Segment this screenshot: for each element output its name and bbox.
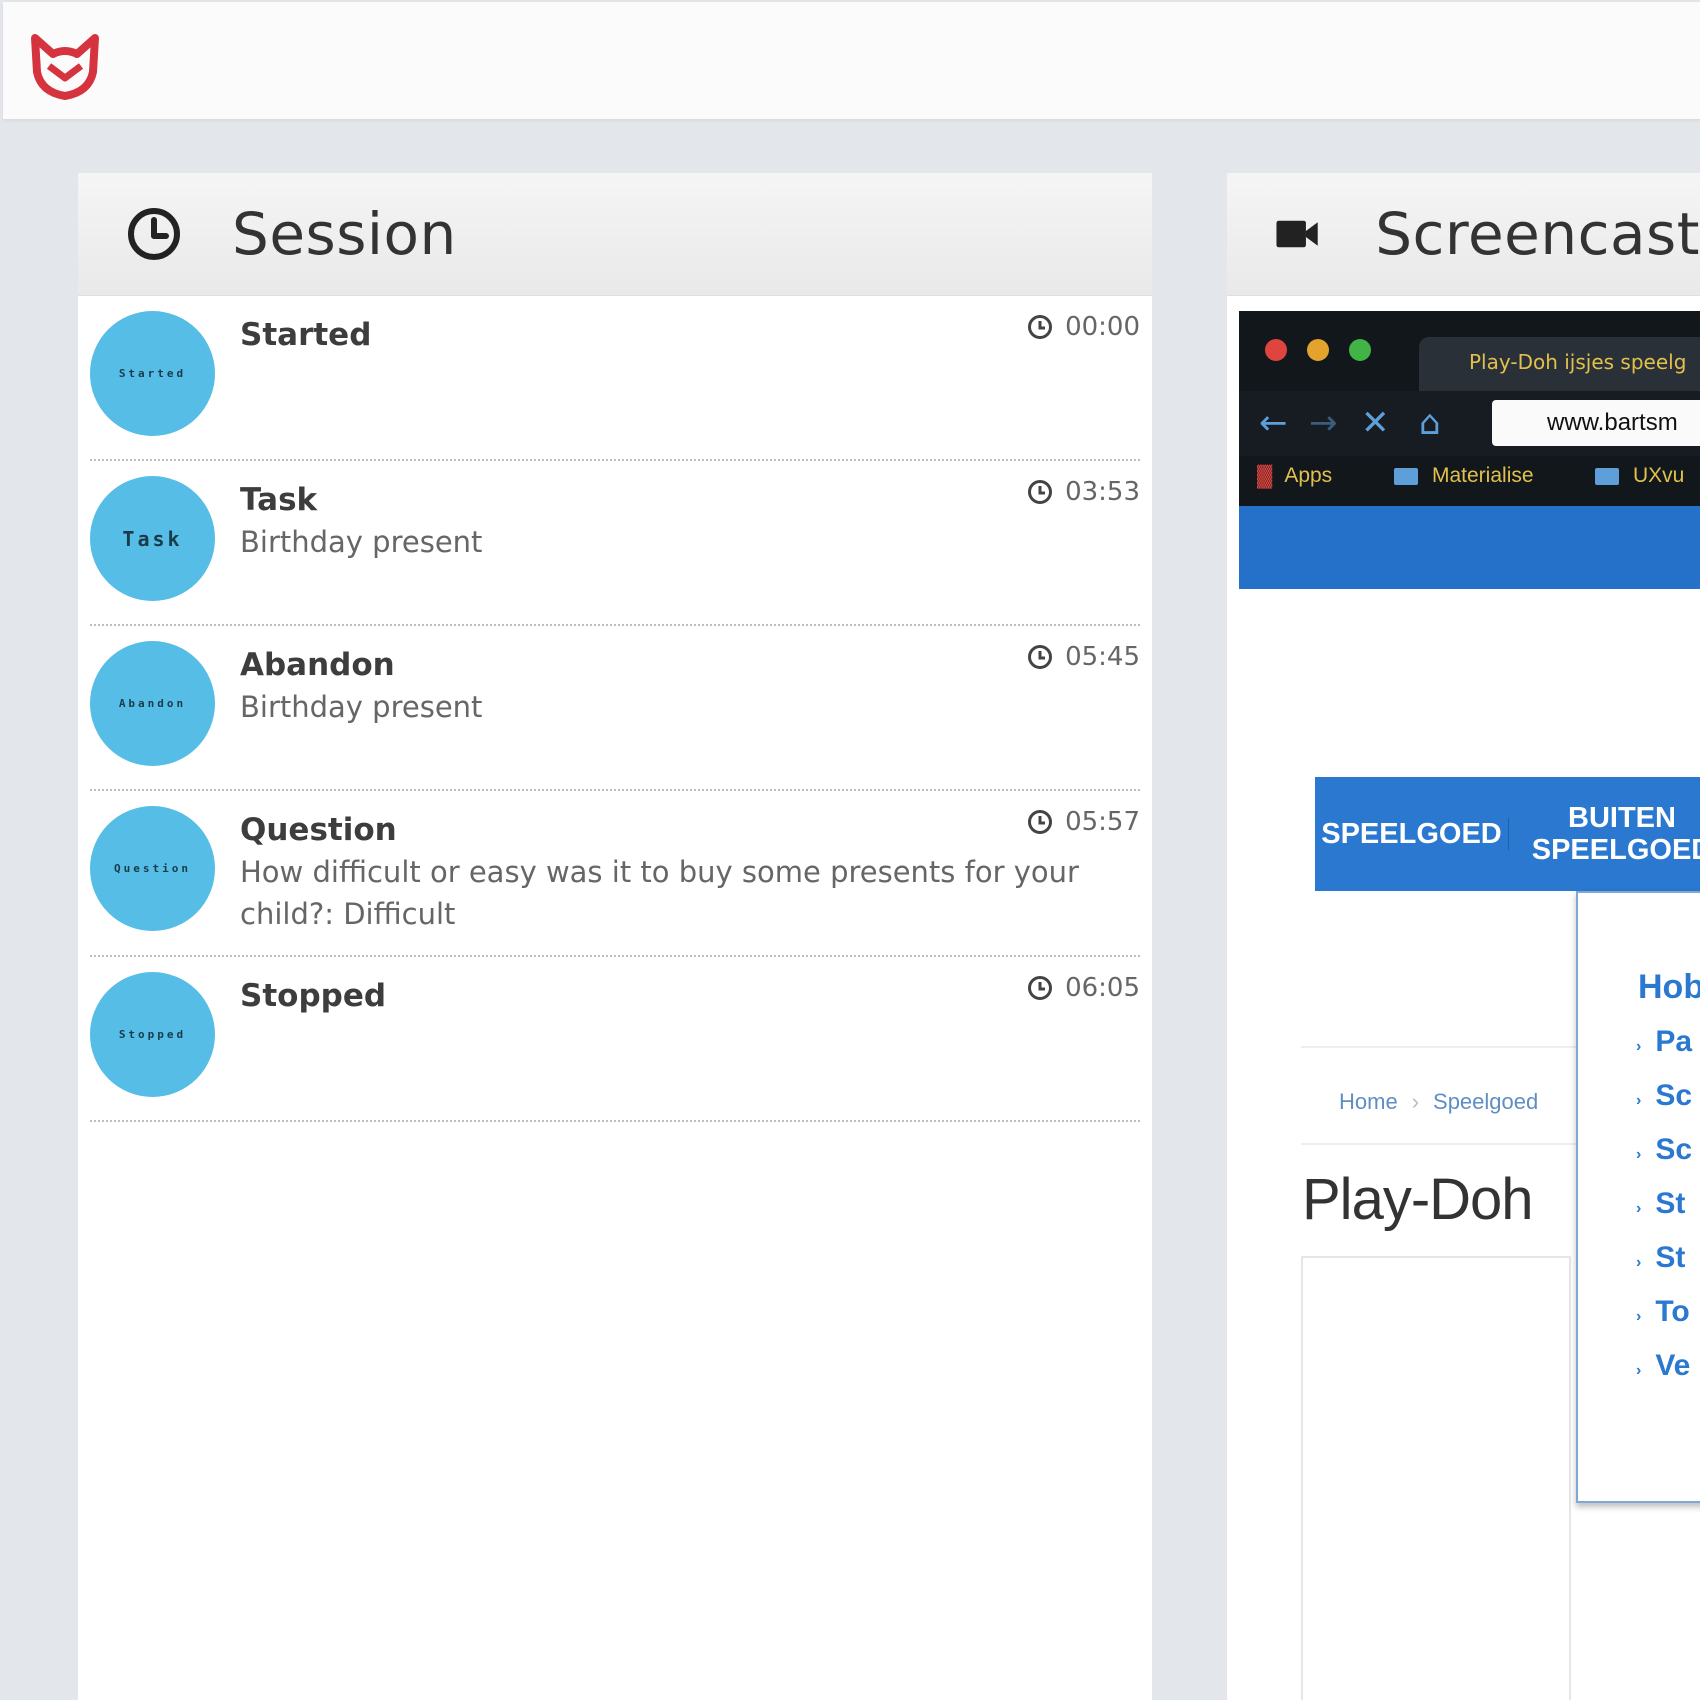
event-timestamp: 05:57 (1027, 807, 1140, 837)
event-item[interactable]: Task Task Birthday present 03:53 (90, 461, 1140, 626)
site-navbar: SPEELGOED BUITEN SPEELGOED (1315, 777, 1700, 891)
screencast-panel: Screencast Play-Doh ijsjes speelg ← → ✕ … (1227, 173, 1700, 1700)
event-timestamp: 00:00 (1027, 312, 1140, 342)
top-bar (3, 2, 1700, 120)
nav-buiten-speelgoed: BUITEN SPEELGOED (1531, 802, 1700, 866)
clock-icon (128, 208, 180, 260)
clock-icon (1028, 976, 1053, 1000)
home-icon: ⌂ (1419, 403, 1441, 443)
back-icon: ← (1259, 403, 1288, 443)
event-time: 03:53 (1065, 477, 1140, 507)
browser-chrome: Play-Doh ijsjes speelg ← → ✕ ⌂ www.barts… (1239, 311, 1700, 589)
divider (1301, 1143, 1576, 1145)
folder-icon (1595, 467, 1619, 485)
event-avatar: Task (90, 476, 215, 601)
dropdown-item: › Pa (1636, 1025, 1693, 1058)
event-title: Stopped (240, 978, 387, 1014)
event-timestamp: 03:53 (1027, 477, 1140, 507)
event-title: Task (240, 482, 318, 518)
event-timestamp: 06:05 (1027, 973, 1140, 1003)
screencast-video[interactable]: Play-Doh ijsjes speelg ← → ✕ ⌂ www.barts… (1239, 311, 1700, 1700)
event-avatar: Started (90, 311, 215, 436)
event-title: Question (240, 812, 397, 848)
browser-tab: Play-Doh ijsjes speelg (1419, 337, 1700, 391)
divider (1301, 1046, 1576, 1048)
event-description: Birthday present (240, 525, 483, 559)
video-camera-icon (1276, 220, 1318, 248)
dropdown-item: › Sc (1636, 1133, 1693, 1166)
nav-speelgoed: SPEELGOED (1315, 818, 1509, 850)
event-title: Started (240, 317, 372, 353)
event-title: Abandon (240, 647, 395, 683)
site-page-title: Play-Doh (1302, 1167, 1534, 1232)
clock-icon (1028, 810, 1053, 834)
site-content-box (1301, 1256, 1571, 1700)
browser-tabstrip: Play-Doh ijsjes speelg (1239, 311, 1700, 391)
screencast-header: Screencast (1227, 173, 1700, 296)
minimize-window-icon (1307, 339, 1329, 361)
site-dropdown-menu: Hob › Pa › Sc › Sc › St › St › To › Ve (1576, 891, 1700, 1503)
bookmark-apps: ▓ Apps (1257, 464, 1333, 487)
event-time: 05:45 (1065, 642, 1140, 672)
browser-toolbar: ← → ✕ ⌂ www.bartsm (1239, 391, 1700, 456)
bookmarks-bar: ▓ Apps Materialise UXvu (1239, 456, 1700, 506)
session-panel: Session Started Started 00:00 Task Task … (78, 173, 1152, 1700)
address-bar: www.bartsm (1492, 400, 1700, 446)
dropdown-item: › Sc (1636, 1079, 1693, 1112)
clock-icon (1028, 315, 1053, 339)
folder-icon (1394, 467, 1418, 485)
close-window-icon (1265, 339, 1287, 361)
event-item[interactable]: Abandon Abandon Birthday present 05:45 (90, 626, 1140, 791)
site-header (1239, 506, 1700, 589)
dropdown-item: › Ve (1636, 1349, 1691, 1382)
event-item[interactable]: Stopped Stopped 06:05 (90, 957, 1140, 1122)
event-description: Birthday present (240, 690, 483, 724)
event-avatar: Abandon (90, 641, 215, 766)
event-description: How difficult or easy was it to buy some… (240, 855, 1079, 931)
event-avatar: Question (90, 806, 215, 931)
site-breadcrumb: Home › Speelgoed (1339, 1089, 1539, 1114)
event-time: 00:00 (1065, 312, 1140, 342)
clock-icon (1028, 480, 1053, 504)
event-avatar: Stopped (90, 972, 215, 1097)
bookmark-uxvu: UXvu (1595, 464, 1684, 488)
event-timestamp: 05:45 (1027, 642, 1140, 672)
clock-icon (1028, 645, 1053, 669)
event-item[interactable]: Started Started 00:00 (90, 296, 1140, 461)
event-time: 05:57 (1065, 807, 1140, 837)
bookmark-materialise: Materialise (1394, 464, 1534, 488)
forward-icon: → (1309, 403, 1338, 443)
cat-mask-logo-icon[interactable] (29, 30, 101, 102)
event-item[interactable]: Question Question How difficult or easy … (90, 791, 1140, 957)
event-list: Started Started 00:00 Task Task Birthday… (78, 296, 1152, 1122)
maximize-window-icon (1349, 339, 1371, 361)
dropdown-heading: Hob (1638, 968, 1700, 1006)
dropdown-item: › St (1636, 1241, 1686, 1274)
stop-icon: ✕ (1361, 403, 1390, 443)
screencast-title: Screencast (1375, 200, 1700, 268)
session-title: Session (232, 200, 457, 268)
dropdown-item: › St (1636, 1187, 1686, 1220)
apps-grid-icon: ▓ (1257, 464, 1272, 487)
dropdown-item: › To (1636, 1295, 1690, 1328)
event-time: 06:05 (1065, 973, 1140, 1003)
session-header: Session (78, 173, 1152, 296)
